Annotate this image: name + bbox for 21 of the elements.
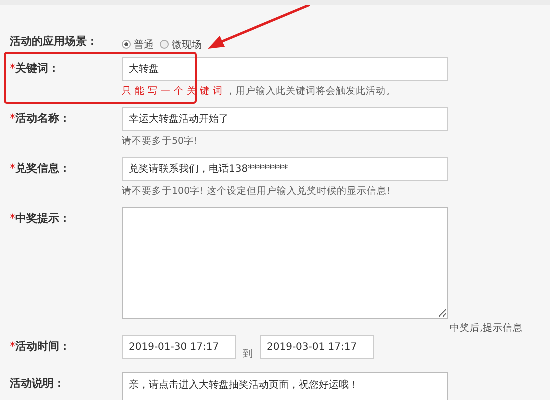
field-label: 活动说明： (10, 377, 65, 390)
text-area[interactable] (122, 207, 448, 319)
field-label: *活动时间： (10, 340, 70, 353)
field-label: *兑奖信息： (10, 162, 70, 175)
side-note: 中奖后,提示信息 (450, 322, 524, 335)
field-label: 活动的应用场景： (10, 35, 98, 48)
text-field[interactable]: 幸运大转盘活动开始了 (122, 107, 448, 131)
hint-text: ，用户输入此关键词将会触发此活动。 (226, 86, 396, 97)
hint-text: 请不要多于100字! 这个设定但用户输入兑奖时候的显示信息! (122, 186, 391, 197)
date-field[interactable]: 2019-01-30 17:17 (122, 335, 236, 359)
radio-option[interactable]: 普通 (122, 32, 154, 57)
text-field[interactable]: 大转盘 (122, 57, 448, 81)
text-field[interactable]: 兑奖请联系我们，电话138******** (122, 157, 448, 181)
date-field[interactable]: 2019-03-01 17:17 (260, 335, 374, 359)
field-label: *活动名称： (10, 112, 70, 125)
text-area[interactable]: 亲，请点击进入大转盘抽奖活动页面，祝您好运哦！ (122, 372, 448, 400)
field-label: *中奖提示： (10, 212, 70, 225)
range-separator: 到 (243, 348, 253, 360)
field-label: *关键词： (10, 62, 60, 75)
hint-text: 请不要多于50字! (122, 136, 198, 147)
radio-option[interactable]: 微现场 (160, 32, 202, 57)
